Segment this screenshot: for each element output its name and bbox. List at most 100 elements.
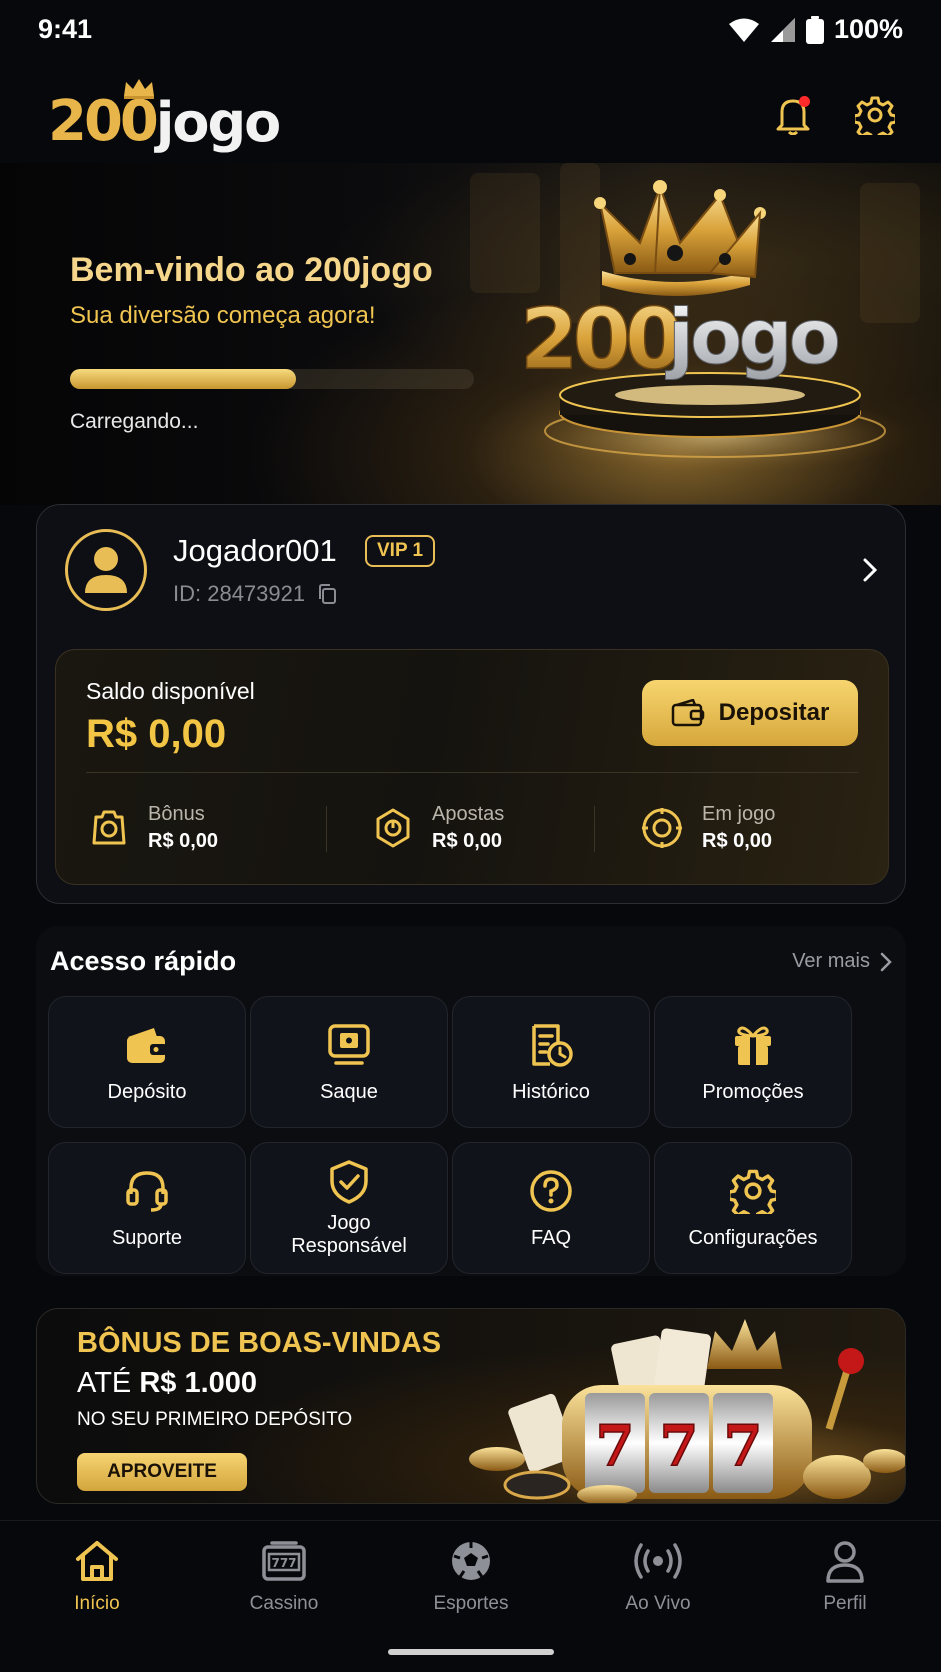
- history-icon: [532, 1023, 573, 1067]
- user-id: ID: 28473921: [173, 581, 306, 606]
- welcome-bonus-banner[interactable]: BÔNUS DE BOAS-VINDAS ATÉ R$ 1.000 NO SEU…: [36, 1308, 906, 1504]
- battery-icon: [805, 15, 824, 44]
- headset-icon: [126, 1170, 168, 1212]
- slot-digit-3: 7: [724, 1413, 763, 1479]
- stat-bets: Apostas R$ 0,00: [372, 800, 504, 856]
- live-broadcast-icon: [634, 1543, 682, 1579]
- quick-settings-tile[interactable]: Configurações: [654, 1142, 852, 1274]
- stat-bonus: Bônus R$ 0,00: [88, 800, 218, 856]
- nav-profile-label: Perfil: [823, 1593, 867, 1614]
- loading-progress-fill: [70, 369, 297, 389]
- nav-home-label: Início: [74, 1593, 120, 1614]
- quick-history-label: Histórico: [512, 1080, 590, 1103]
- nav-live[interactable]: Ao Vivo: [588, 1539, 728, 1615]
- profile-chevron-right-icon[interactable]: [861, 557, 879, 583]
- quick-responsible-gaming-tile[interactable]: Jogo Responsável: [250, 1142, 448, 1274]
- hero-logo-number: 200: [520, 290, 680, 388]
- wifi-icon: [728, 18, 759, 42]
- slot-machine-icon: 777: [262, 1541, 306, 1581]
- bonus-icon: [92, 810, 126, 845]
- soccer-ball-icon: [452, 1542, 490, 1580]
- question-icon: [530, 1169, 572, 1212]
- bets-icon: [376, 808, 410, 848]
- stat-in-game-value: R$ 0,00: [702, 830, 773, 852]
- loading-progress-bar: [70, 369, 474, 389]
- balance-label: Saldo disponível: [86, 678, 255, 704]
- hero-crown-logo-art: 200 jogo: [520, 180, 915, 475]
- stat-divider: [326, 806, 327, 852]
- wallet-icon: [127, 1027, 167, 1063]
- signal-icon: [770, 17, 795, 42]
- stat-bets-value: R$ 0,00: [432, 830, 503, 852]
- nav-live-label: Ao Vivo: [625, 1593, 691, 1614]
- user-id-row: ID: 28473921: [173, 581, 337, 607]
- gear-icon: [855, 96, 895, 135]
- quick-deposit-tile[interactable]: Depósito: [48, 996, 246, 1128]
- balance-panel: Saldo disponível R$ 0,00 Depositar Bônus…: [55, 649, 889, 885]
- quick-faq-tile[interactable]: FAQ: [452, 1142, 650, 1274]
- app-header: 200 jogo: [0, 70, 941, 160]
- vip-badge: VIP 1: [365, 535, 436, 567]
- gear-icon: [730, 1169, 776, 1214]
- welcome-title: Bem-vindo ao 200jogo: [70, 251, 433, 289]
- nav-casino-label: Cassino: [249, 1593, 319, 1614]
- stat-bonus-value: R$ 0,00: [148, 830, 219, 852]
- stat-in-game: Em jogo R$ 0,00: [640, 800, 775, 856]
- promo-title: BÔNUS DE BOAS-VINDAS: [77, 1327, 442, 1359]
- profile-card: Jogador001 VIP 1 ID: 28473921 Saldo disp…: [36, 504, 906, 904]
- quick-promotions-tile[interactable]: Promoções: [654, 996, 852, 1128]
- quick-settings-label: Configurações: [688, 1226, 818, 1249]
- stat-in-game-label: Em jogo: [702, 803, 776, 825]
- avatar[interactable]: [65, 529, 147, 611]
- svg-text:777: 777: [271, 1556, 296, 1570]
- quick-support-tile[interactable]: Suporte: [48, 1142, 246, 1274]
- hero-logo-word: jogo: [665, 292, 838, 381]
- logo-number: 200: [48, 89, 159, 154]
- home-icon: [76, 1541, 118, 1581]
- quick-withdraw-label: Saque: [320, 1080, 378, 1103]
- slot-digit-2: 7: [660, 1413, 699, 1479]
- promo-amount: R$ 1.000: [139, 1367, 258, 1399]
- home-indicator[interactable]: [388, 1649, 554, 1655]
- nav-profile[interactable]: Perfil: [775, 1539, 915, 1615]
- quick-responsible-gaming-label: Jogo Responsável: [291, 1212, 407, 1257]
- username: Jogador001: [173, 533, 337, 568]
- copy-icon[interactable]: [317, 583, 337, 605]
- see-more-label: Ver mais: [792, 950, 870, 972]
- welcome-banner: Bem-vindo ao 200jogo Sua diversão começa…: [0, 163, 941, 505]
- quick-withdraw-tile[interactable]: Saque: [250, 996, 448, 1128]
- crown-icon: [124, 79, 154, 99]
- quick-promotions-label: Promoções: [702, 1080, 804, 1103]
- quick-history-tile[interactable]: Histórico: [452, 996, 650, 1128]
- nav-casino[interactable]: 777 Cassino: [214, 1539, 354, 1615]
- stat-bonus-label: Bônus: [148, 803, 205, 825]
- promo-amount-prefix: ATÉ: [77, 1367, 140, 1399]
- status-time: 9:41: [38, 14, 93, 44]
- profile-icon: [826, 1541, 864, 1583]
- notifications-button[interactable]: [768, 90, 818, 140]
- settings-button[interactable]: [850, 90, 900, 140]
- gift-icon: [735, 1026, 771, 1065]
- nav-sports[interactable]: Esportes: [401, 1539, 541, 1615]
- loading-text: Carregando...: [70, 410, 199, 433]
- withdraw-icon: [328, 1023, 370, 1065]
- deposit-button[interactable]: Depositar: [642, 680, 858, 746]
- status-bar: 9:41 100%: [0, 0, 941, 62]
- quick-access-title: Acesso rápido: [50, 946, 237, 976]
- logo-word: jogo: [155, 91, 281, 154]
- quick-support-label: Suporte: [111, 1226, 183, 1249]
- shield-check-icon: [330, 1160, 368, 1204]
- stat-divider: [594, 806, 595, 852]
- user-avatar-icon: [85, 547, 127, 593]
- see-more-link[interactable]: Ver mais: [792, 950, 892, 973]
- app-logo[interactable]: 200 jogo: [48, 79, 281, 154]
- slot-digit-1: 7: [596, 1413, 635, 1479]
- quick-faq-label: FAQ: [530, 1226, 571, 1249]
- nav-sports-label: Esportes: [433, 1593, 509, 1614]
- nav-home[interactable]: Início: [27, 1539, 167, 1615]
- promo-amount-line: ATÉ R$ 1.000: [77, 1367, 257, 1400]
- promo-cta-button[interactable]: APROVEITE: [77, 1453, 247, 1491]
- notification-dot: [799, 96, 810, 107]
- balance-divider: [86, 772, 858, 773]
- slot-machine-art: 7 7 7: [469, 1319, 905, 1503]
